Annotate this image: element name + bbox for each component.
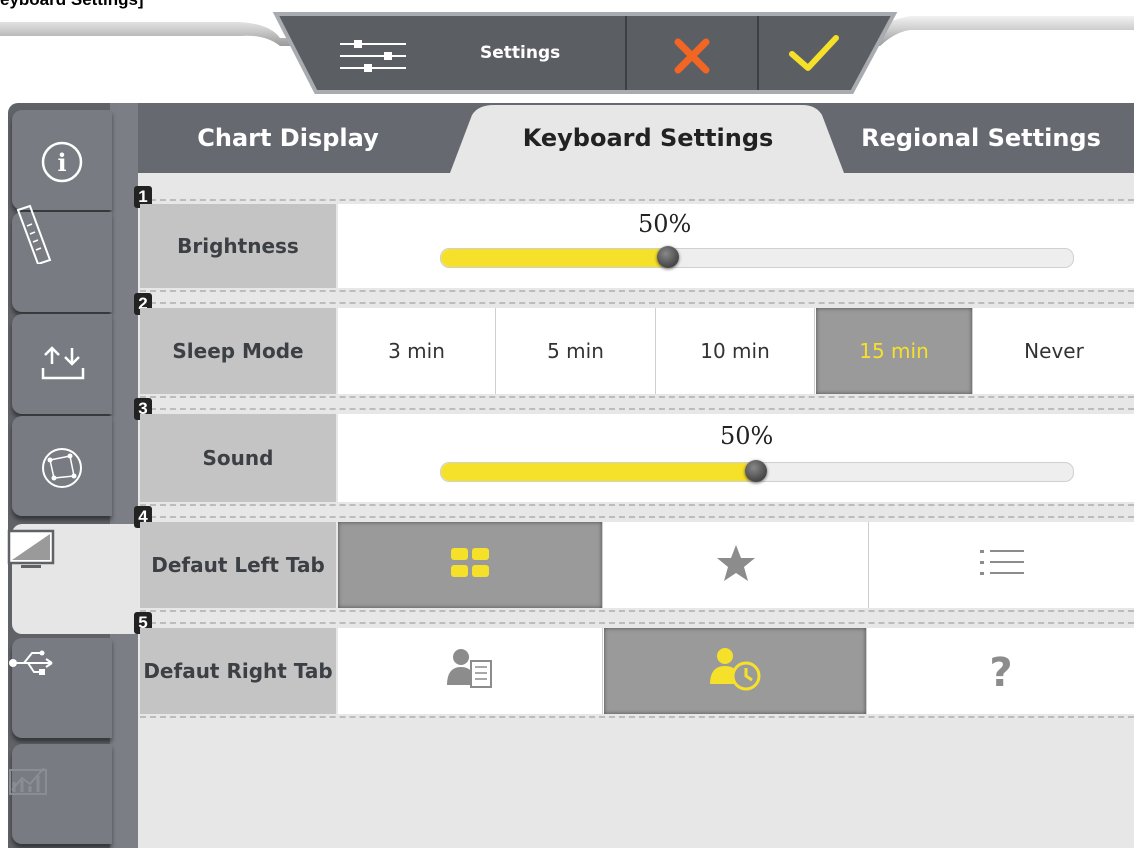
top-toolbar: Settings bbox=[0, 0, 1134, 100]
sound-slider-fill bbox=[441, 463, 757, 481]
row-divider bbox=[140, 622, 1134, 624]
sleep-option-5min[interactable]: 5 min bbox=[496, 308, 656, 394]
list-icon bbox=[980, 548, 1024, 583]
brightness-value: 50% bbox=[638, 210, 692, 238]
row-divider bbox=[140, 396, 1134, 398]
right-tab-option-user-document[interactable] bbox=[338, 628, 603, 714]
sleep-option-3min[interactable]: 3 min bbox=[338, 308, 496, 394]
brightness-field: 50% bbox=[338, 204, 1134, 288]
row-divider bbox=[140, 408, 1134, 410]
default-left-tab-options bbox=[338, 522, 1134, 608]
row-divider bbox=[140, 504, 1134, 506]
sidebar-item-network[interactable] bbox=[12, 416, 112, 516]
svg-text:?: ? bbox=[989, 650, 1012, 690]
row-divider bbox=[140, 716, 1134, 718]
row-divider bbox=[140, 302, 1134, 304]
sleep-option-15min[interactable]: 15 min bbox=[816, 308, 973, 394]
close-icon[interactable] bbox=[672, 36, 712, 80]
right-tab-option-user-history[interactable] bbox=[604, 628, 867, 714]
row-divider bbox=[140, 610, 1134, 612]
row-divider bbox=[140, 290, 1134, 292]
sound-value: 50% bbox=[720, 422, 774, 450]
tab-keyboard-settings[interactable]: Keyboard Settings bbox=[468, 103, 828, 173]
sleep-option-never[interactable]: Never bbox=[974, 308, 1134, 394]
right-tab-option-unknown[interactable]: ? bbox=[868, 628, 1134, 714]
left-tab-option-favorites[interactable] bbox=[604, 522, 869, 608]
brightness-slider[interactable] bbox=[440, 248, 1074, 268]
row-divider bbox=[140, 516, 1134, 518]
check-icon[interactable] bbox=[786, 30, 842, 80]
left-tab-option-list[interactable] bbox=[870, 522, 1134, 608]
default-right-tab-options: ? bbox=[338, 628, 1134, 714]
grid-icon bbox=[450, 547, 490, 584]
tab-chart-display[interactable]: Chart Display bbox=[138, 103, 438, 173]
settings-sliders-icon[interactable] bbox=[338, 38, 408, 78]
sidebar-item-transfer[interactable] bbox=[12, 314, 112, 414]
default-left-tab-label: Defaut Left Tab bbox=[140, 522, 336, 608]
question-icon: ? bbox=[986, 648, 1016, 696]
star-icon bbox=[716, 544, 756, 587]
default-right-tab-label: Defaut Right Tab bbox=[140, 628, 336, 714]
sleep-mode-label: Sleep Mode bbox=[140, 308, 336, 394]
svg-text:i: i bbox=[57, 148, 66, 177]
user-document-icon bbox=[445, 647, 495, 696]
tab-strip: Chart Display Keyboard Settings Regional… bbox=[138, 103, 1134, 173]
sleep-mode-options: 3 min 5 min 10 min 15 min Never bbox=[338, 308, 1134, 394]
brightness-label: Brightness bbox=[140, 204, 336, 288]
sound-slider-knob[interactable] bbox=[745, 460, 767, 482]
sound-field: 50% bbox=[338, 414, 1134, 502]
sidebar-item-info[interactable]: i bbox=[12, 110, 112, 210]
sidebar-item-statistics[interactable] bbox=[9, 744, 112, 844]
user-clock-icon bbox=[708, 646, 762, 697]
sidebar-item-ruler[interactable] bbox=[12, 204, 112, 312]
brightness-slider-knob[interactable] bbox=[656, 246, 679, 268]
settings-title: Settings bbox=[480, 43, 561, 63]
sidebar-item-usb[interactable] bbox=[9, 638, 112, 738]
sleep-option-10min[interactable]: 10 min bbox=[656, 308, 815, 394]
sidebar-item-display[interactable] bbox=[7, 524, 152, 634]
sound-label: Sound bbox=[140, 414, 336, 502]
brightness-slider-fill bbox=[441, 249, 669, 267]
row-divider bbox=[140, 199, 1134, 201]
left-tab-option-grid[interactable] bbox=[338, 522, 603, 608]
tab-regional-settings[interactable]: Regional Settings bbox=[828, 103, 1134, 173]
